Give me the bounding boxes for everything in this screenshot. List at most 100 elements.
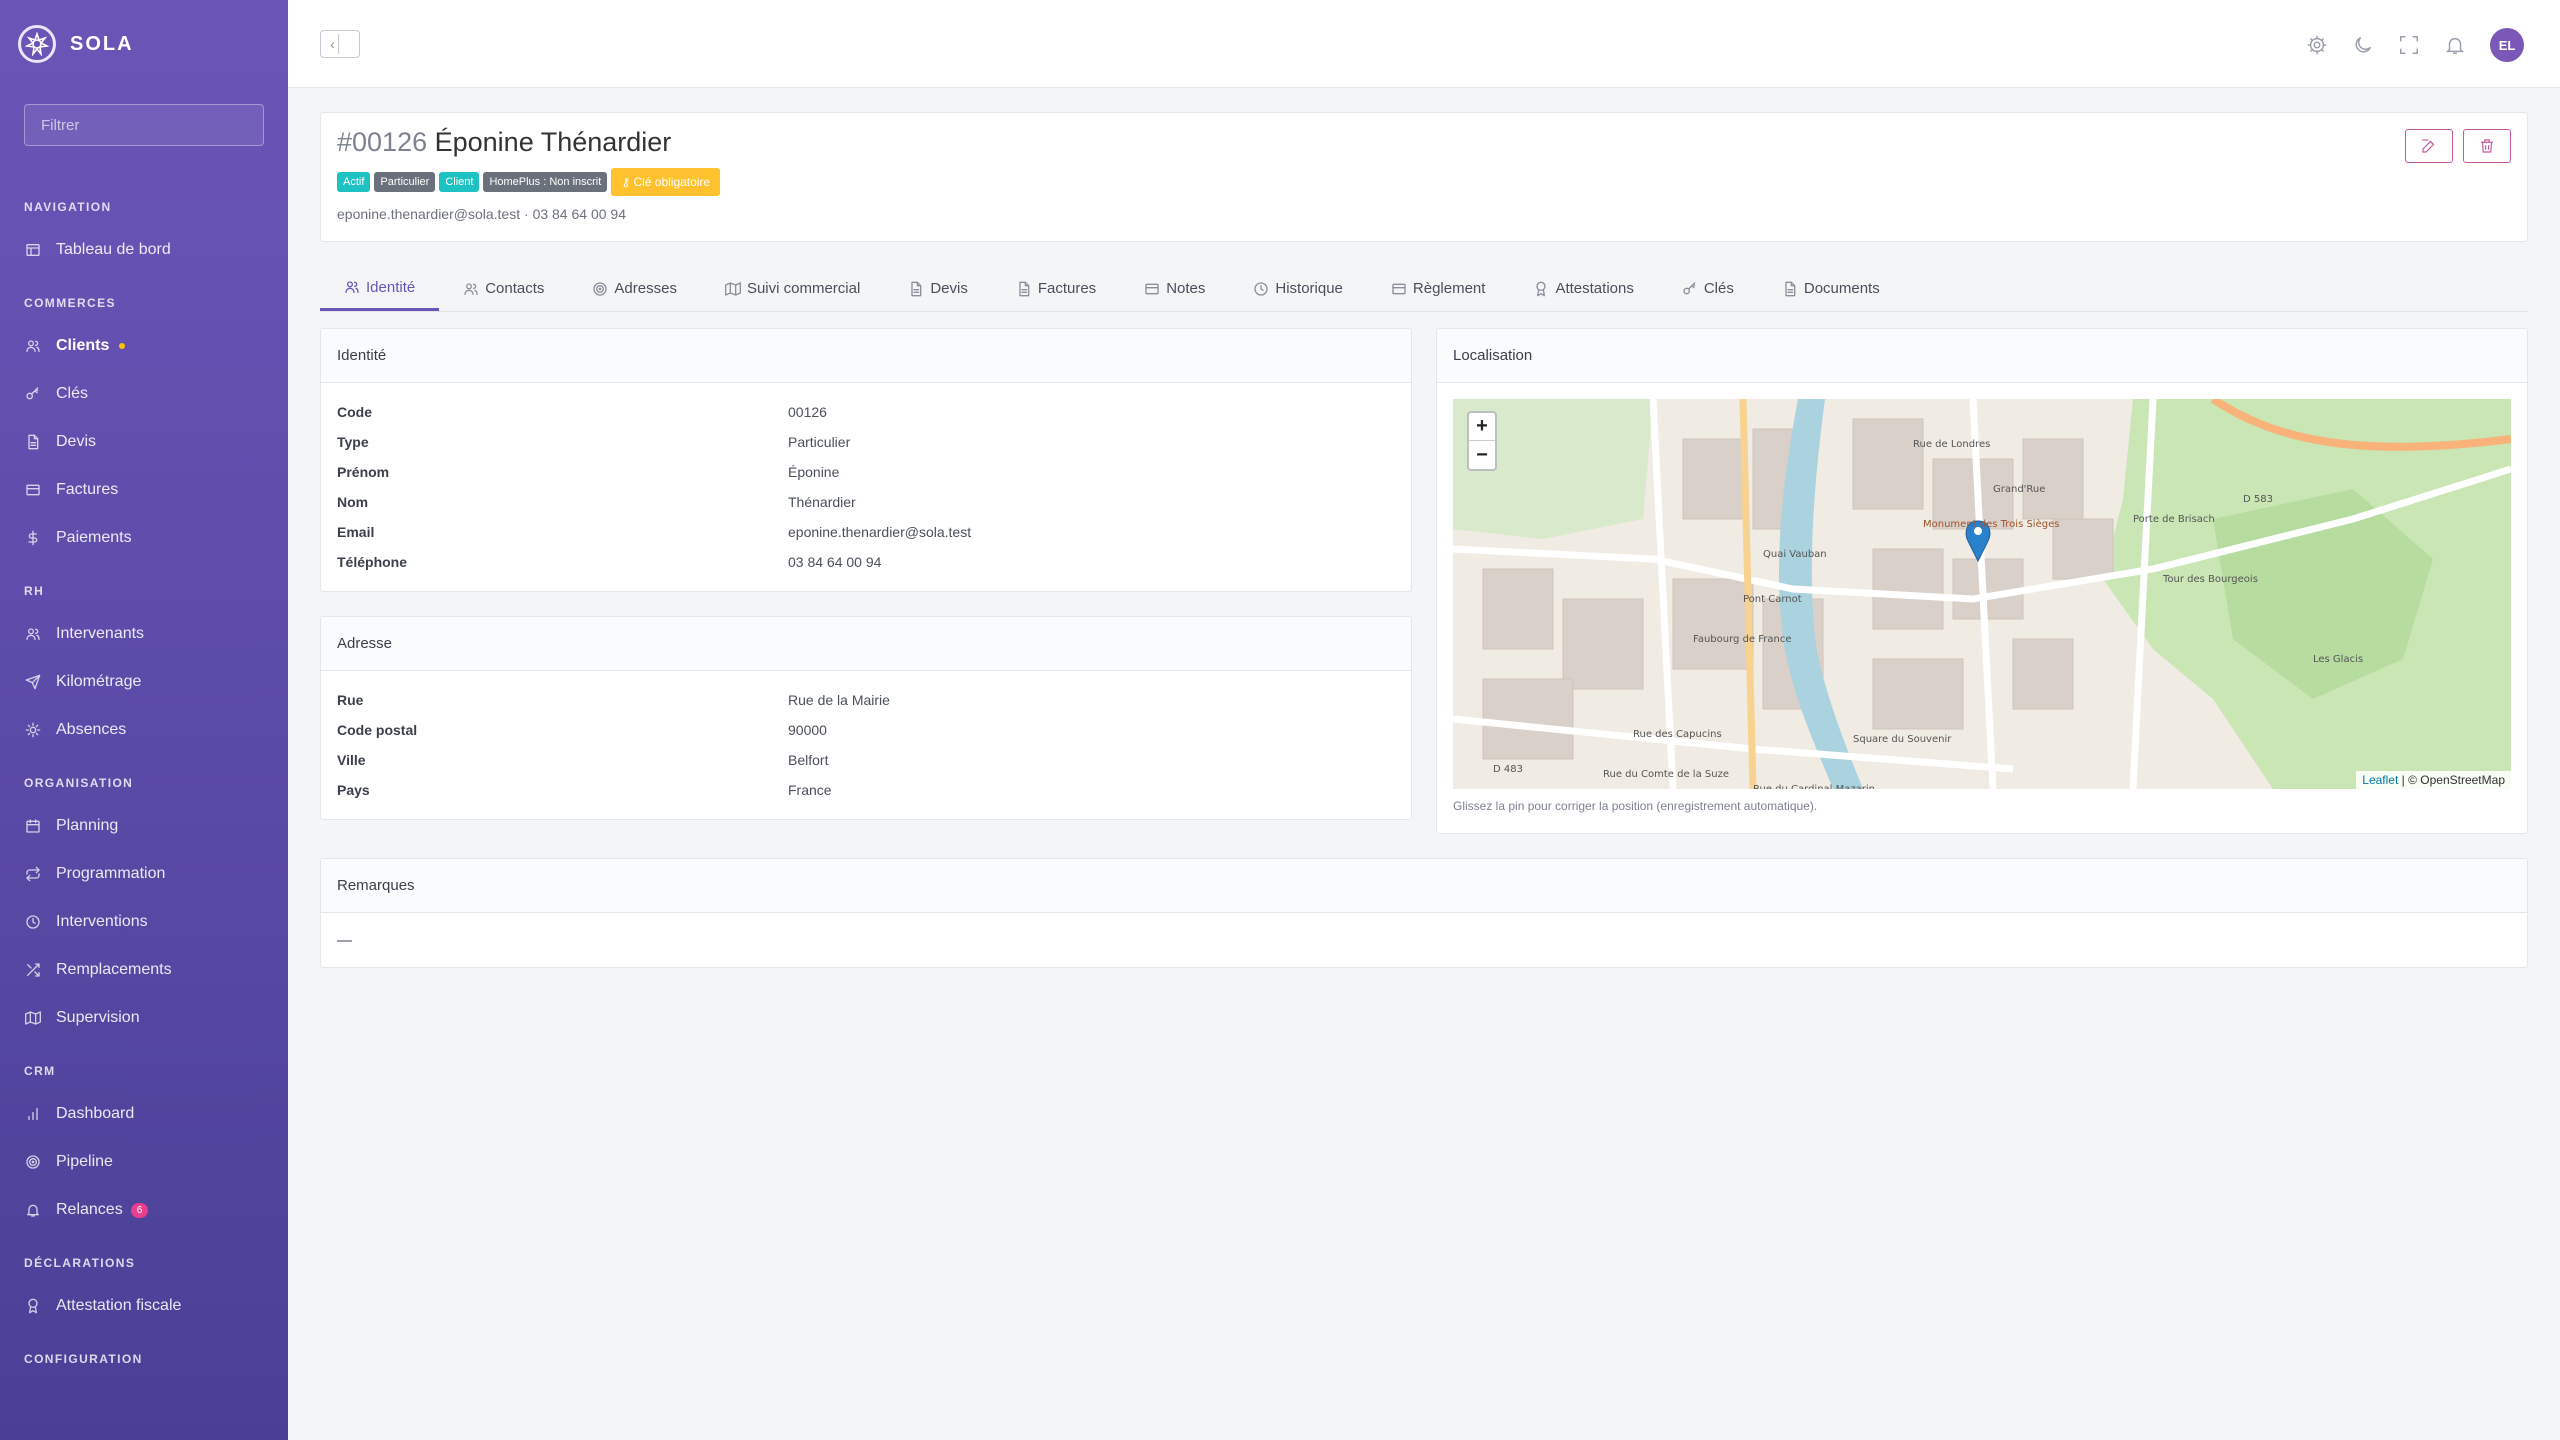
address-row: Code postal 90000 [337, 715, 1395, 745]
notifications-bell-icon[interactable] [2444, 34, 2466, 56]
map-icon [724, 281, 747, 297]
edit-button[interactable] [2405, 129, 2453, 163]
sidebar-item-intervenants[interactable]: Intervenants [0, 610, 288, 658]
file-icon [1016, 281, 1038, 297]
count-badge: 6 [130, 1202, 149, 1218]
sidebar-item-planning[interactable]: Planning [0, 802, 288, 850]
sidebar-item-cl-s[interactable]: Clés [0, 370, 288, 418]
users-icon [463, 281, 485, 297]
tab-adresses[interactable]: Adresses [568, 266, 701, 311]
sidebar-item-label: Paiements [56, 529, 132, 546]
sidebar-item-programmation[interactable]: Programmation [0, 850, 288, 898]
client-header-card: #00126 Éponine Thénardier Actif Particul… [320, 112, 2528, 242]
map-label: Rue de Londres [1913, 439, 1991, 450]
sidebar-item-paiements[interactable]: Paiements [0, 514, 288, 562]
clock-icon [24, 913, 42, 931]
sidebar-item-label: Clés [56, 385, 89, 402]
main-content: #00126 Éponine Thénardier Actif Particul… [320, 112, 2528, 968]
key-icon [24, 385, 42, 403]
leaflet-link[interactable]: Leaflet [2362, 773, 2398, 787]
sidebar-item-label: Absences [56, 721, 127, 738]
sidebar-item-devis[interactable]: Devis [0, 418, 288, 466]
repeat-icon [24, 865, 42, 883]
map-label: Rue des Capucins [1633, 729, 1722, 740]
client-code: #00126 [337, 127, 428, 157]
tab-label: Adresses [614, 280, 677, 297]
tab-label: Notes [1166, 280, 1206, 297]
identity-field-label: Type [337, 434, 369, 450]
sidebar-item-factures[interactable]: Factures [0, 466, 288, 514]
map-label: Rue du Cardinal Mazarin [1753, 784, 1875, 789]
users-icon [344, 279, 366, 295]
identity-row: Téléphone 03 84 64 00 94 [337, 547, 1395, 577]
sidebar-item-supervision[interactable]: Supervision [0, 994, 288, 1042]
tab-identit-[interactable]: Identité [320, 266, 440, 311]
details-row: Identité Code 00126 Type Particulier Prénom É… [320, 328, 2528, 834]
tab-label: Clés [1703, 280, 1734, 297]
right-column: Localisation + − Pont Carnot Monument de… [1436, 328, 2528, 834]
location-map[interactable]: + − Pont Carnot Monument des Trois Sièges… [1453, 399, 2511, 789]
user-avatar[interactable]: EL [2490, 28, 2524, 62]
identity-card-body: Code 00126 Type Particulier Prénom Éponine Nom… [321, 383, 1411, 591]
sidebar-item-label: Devis [56, 433, 97, 450]
chevron-left-icon: ‹ [327, 34, 339, 54]
sidebar-item-relances[interactable]: Relances 6 [0, 1186, 288, 1234]
map-label: D 583 [2243, 494, 2273, 505]
address-row: Rue Rue de la Mairie [337, 685, 1395, 715]
sidebar-item-pipeline[interactable]: Pipeline [0, 1138, 288, 1186]
map-label: D 483 [1493, 764, 1523, 775]
dark-mode-icon[interactable] [2352, 34, 2374, 56]
sidebar-item-kilom-trage[interactable]: Kilométrage [0, 658, 288, 706]
sidebar-item-attestation-fiscale[interactable]: Attestation fiscale [0, 1282, 288, 1330]
map-zoom-out-button[interactable]: − [1469, 441, 1495, 469]
osm-attribution: | © OpenStreetMap [2398, 773, 2505, 787]
map-zoom-control: + − [1467, 411, 1497, 471]
map-label: Tour des Bourgeois [2163, 574, 2258, 585]
sidebar-filter-input[interactable] [24, 104, 264, 146]
tab-factures[interactable]: Factures [992, 266, 1120, 311]
sidebar-item-label: Interventions [56, 913, 148, 930]
left-column: Identité Code 00126 Type Particulier Prénom É… [320, 328, 1412, 834]
sidebar-item-label: Kilométrage [56, 673, 142, 690]
send-icon [24, 673, 42, 691]
status-badges: Actif Particulier Client HomePlus : Non … [337, 168, 2511, 196]
sidebar-collapse-button[interactable]: ‹ [320, 30, 360, 58]
sidebar-item-absences[interactable]: Absences [0, 706, 288, 754]
sidebar-item-tableau-de-bord[interactable]: Tableau de bord [0, 226, 288, 274]
tab-attestations[interactable]: Attestations [1509, 266, 1657, 311]
identity-field-label: Code [337, 404, 372, 420]
dashboard-icon [24, 241, 42, 259]
map-zoom-in-button[interactable]: + [1469, 413, 1495, 441]
tab-r-glement[interactable]: Règlement [1367, 266, 1510, 311]
invoice-icon [1144, 281, 1166, 297]
tab-historique[interactable]: Historique [1229, 266, 1367, 311]
address-field-label: Pays [337, 782, 370, 798]
address-row: Ville Belfort [337, 745, 1395, 775]
settings-icon[interactable] [2306, 34, 2328, 56]
invoice-icon [1391, 281, 1413, 297]
tab-cl-s[interactable]: Clés [1658, 266, 1758, 311]
sidebar-item-dashboard[interactable]: Dashboard [0, 1090, 288, 1138]
status-badge-actif: Actif [337, 172, 371, 192]
brand[interactable]: SOLA [0, 0, 288, 88]
map-label: Pont Carnot [1743, 594, 1802, 605]
tab-suivi-commercial[interactable]: Suivi commercial [701, 266, 884, 311]
tab-devis[interactable]: Devis [884, 266, 992, 311]
sidebar-item-clients[interactable]: Clients [0, 322, 288, 370]
key-icon: ⚷ [621, 175, 634, 189]
address-card: Adresse Rue Rue de la Mairie Code postal 90… [320, 616, 1412, 820]
tab-notes[interactable]: Notes [1120, 266, 1229, 311]
fullscreen-icon[interactable] [2398, 34, 2420, 56]
sidebar-section-title: DÉCLARATIONS [24, 1256, 136, 1270]
map-wrapper: + − Pont Carnot Monument des Trois Sièges… [1437, 383, 2527, 829]
sidebar-item-interventions[interactable]: Interventions [0, 898, 288, 946]
file-icon [1782, 281, 1804, 297]
tab-documents[interactable]: Documents [1758, 266, 1904, 311]
status-badge-homeplus: HomePlus : Non inscrit [483, 172, 608, 192]
sidebar-item-label: Programmation [56, 865, 166, 882]
delete-button[interactable] [2463, 129, 2511, 163]
tab-contacts[interactable]: Contacts [439, 266, 568, 311]
sun-icon [24, 721, 42, 739]
sidebar-item-remplacements[interactable]: Remplacements [0, 946, 288, 994]
sidebar-item-label: Tableau de bord [56, 241, 171, 258]
